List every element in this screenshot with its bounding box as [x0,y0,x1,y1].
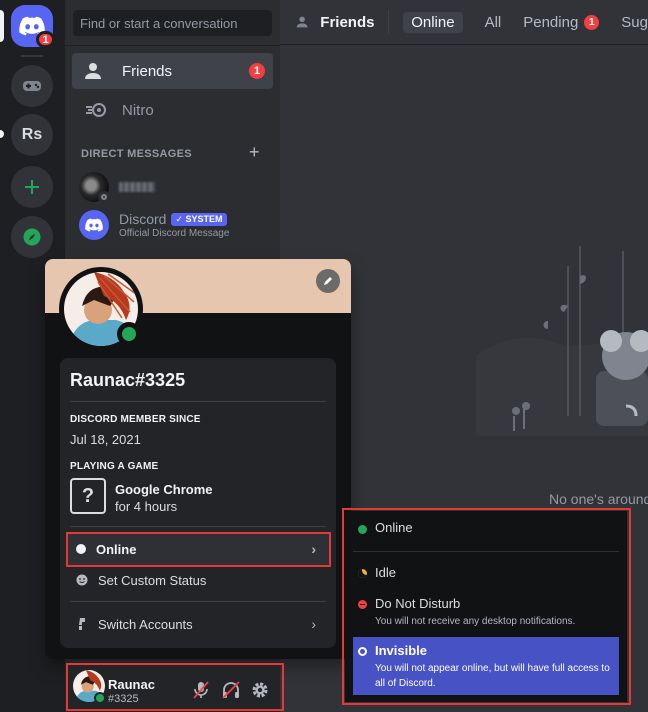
user-profile-popout: Raunac#3325 DISCORD MEMBER SINCE Jul 18,… [45,259,351,659]
status-option-invisible[interactable]: Invisible You will not appear online, bu… [353,637,619,695]
status-option-dnd[interactable]: Do Not Disturb You will not receive any … [353,596,619,630]
user-settings-button[interactable] [250,680,270,700]
dm-name: Discord [119,211,167,227]
nitro-icon [86,103,106,117]
pencil-icon [324,277,332,285]
tab-all[interactable]: All [485,14,502,31]
profile-status-indicator [117,322,141,346]
wumpus-illustration [476,246,648,436]
gear-icon [252,682,268,698]
friends-label: Friends [122,62,173,80]
switch-accounts-label: Switch Accounts [98,616,193,632]
discord-avatar [79,210,109,240]
member-since-date: Jul 18, 2021 [70,432,141,447]
deafen-button[interactable] [221,680,241,700]
unknown-game-icon: ? [70,478,106,514]
unread-pill [0,130,4,138]
current-status-label: Online [96,541,137,557]
tab-suggestions[interactable]: Sug [621,14,648,31]
system-badge-text: SYSTEM [185,213,223,224]
tab-online[interactable]: Online [403,11,463,33]
status-option-online[interactable]: Online [353,520,619,542]
explore-servers-button[interactable] [11,216,53,258]
page-title: Friends [320,13,375,31]
sidebar-item-friends[interactable]: Friends 1 [72,53,273,89]
rail-divider [21,55,43,57]
card-divider [70,601,326,602]
chevron-right-icon: › [311,616,316,632]
dm-item[interactable] [79,172,155,203]
offline-status-icon [98,191,110,203]
tab-pending[interactable]: Pending 1 [523,13,600,31]
card-divider [70,401,326,402]
status-option-label: Do Not Disturb [375,596,461,611]
activity-title: PLAYING A GAME [70,461,159,472]
friends-icon [85,63,106,79]
switch-accounts-icon [79,618,85,630]
status-option-desc: You will not appear online, but will hav… [375,663,610,689]
game-name: Google Chrome [115,482,213,497]
status-option-idle[interactable]: Idle [353,565,619,587]
card-divider [70,526,326,527]
chevron-right-icon: › [311,541,316,557]
friends-icon [296,16,308,28]
status-option-label: Idle [375,565,396,580]
switch-accounts-button[interactable]: Switch Accounts › [66,608,330,640]
dnd-icon [358,600,367,609]
member-since-title: DISCORD MEMBER SINCE [70,414,201,425]
edit-profile-button[interactable] [316,269,340,293]
friends-badge: 1 [249,63,265,79]
status-menu: Online Idle Do Not Disturb You will not … [345,511,627,702]
status-option-desc: You will not receive any desktop notific… [375,616,576,627]
empty-state-text: No one's around [549,491,648,507]
profile-card: Raunac#3325 DISCORD MEMBER SINCE Jul 18,… [60,358,336,648]
compass-icon [23,228,41,246]
user-panel: Raunac #3325 [65,660,280,712]
user-panel-tag: #3325 [108,693,139,705]
system-badge: ✓ SYSTEM [171,212,227,226]
headphones-muted-icon [222,681,240,699]
sidebar-item-nitro[interactable]: Nitro [72,92,273,128]
status-option-label: Online [375,520,413,535]
set-custom-status-button[interactable]: Set Custom Status [66,564,330,596]
add-server-button[interactable] [11,166,53,208]
create-dm-button[interactable]: + [249,142,260,163]
sidebar-divider [65,45,280,46]
user-panel-name: Raunac [108,677,155,692]
gamepad-icon [23,81,41,91]
profile-username: Raunac#3325 [70,370,186,390]
menu-divider [353,551,619,552]
dm-item-discord[interactable]: Discord ✓ SYSTEM Official Discord Messag… [79,210,229,240]
active-server-pill [0,10,4,42]
status-option-label: Invisible [375,643,428,658]
user-panel-status-dot [94,692,106,704]
server-icon-rs[interactable]: Rs [11,114,53,156]
blurred-username [119,182,155,192]
friends-header: Friends Online All Pending 1 Sug [280,0,648,45]
dm-header: DIRECT MESSAGES [81,148,192,160]
online-icon [358,525,367,534]
dm-subtitle: Official Discord Message [119,228,230,239]
custom-status-label: Set Custom Status [98,572,207,588]
smile-icon [76,574,88,586]
discord-logo-icon [85,218,103,232]
plus-icon [25,180,39,194]
status-dot-icon [76,544,86,554]
status-picker-button[interactable]: Online › [66,533,330,565]
game-duration: for 4 hours [115,499,178,514]
tab-pending-label: Pending [523,13,579,31]
mute-button[interactable] [191,680,211,700]
idle-moon-icon [358,569,367,578]
invisible-icon [358,647,367,656]
search-input[interactable]: Find or start a conversation [73,10,272,36]
server-initials: Rs [21,126,43,143]
nitro-label: Nitro [122,101,154,119]
header-divider [388,10,390,34]
server-icon-1[interactable] [11,65,53,107]
microphone-muted-icon [193,681,209,699]
pending-badge: 1 [584,14,600,30]
home-unread-badge: 1 [36,31,55,48]
